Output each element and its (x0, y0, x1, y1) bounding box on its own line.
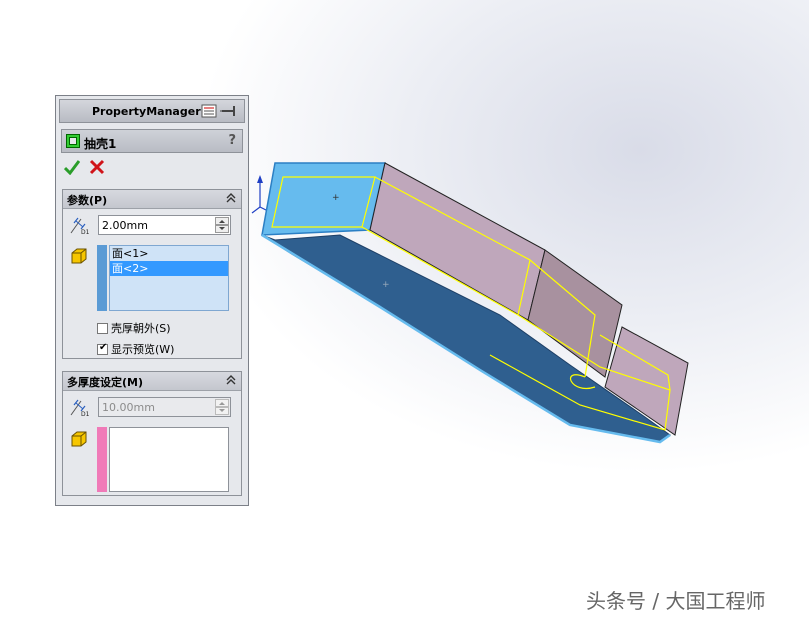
thickness-input[interactable] (99, 216, 211, 234)
checkbox-box[interactable] (97, 323, 108, 334)
watermark-text: 头条号 / 大国工程师 (586, 589, 766, 613)
face-cube-icon (71, 248, 87, 264)
thickness-spinbox[interactable] (98, 215, 231, 235)
property-manager-tab[interactable]: PropertyManager (59, 99, 245, 123)
model-viewport[interactable]: + + (250, 155, 700, 455)
spin-arrows-icon[interactable] (215, 217, 229, 233)
faces-color-bar (97, 245, 107, 311)
shell-outward-label: 壳厚朝外(S) (111, 322, 171, 335)
parameters-group: 参数(P) D1 面<1> 面<2> (62, 189, 242, 359)
svg-text:+: + (332, 193, 340, 203)
model-top-face[interactable] (261, 162, 386, 236)
multi-thickness-group-title: 多厚度设定(M) (67, 376, 144, 389)
feature-name: 抽壳1 (84, 137, 117, 151)
list-item[interactable]: 面<1> (110, 246, 228, 261)
svg-text:D1: D1 (81, 229, 90, 235)
dimension-icon: D1 (70, 217, 90, 235)
parameters-group-title: 参数(P) (67, 194, 108, 207)
collapse-chevron-icon[interactable] (225, 192, 237, 204)
shell-feature-icon (66, 134, 80, 148)
shell-outward-checkbox[interactable]: 壳厚朝外(S) (97, 320, 171, 336)
svg-text:D1: D1 (81, 411, 90, 417)
face-cube-icon (71, 431, 87, 447)
help-icon[interactable]: ? (228, 133, 236, 148)
property-manager-title: PropertyManager (92, 105, 201, 118)
show-preview-label: 显示预览(W) (111, 343, 175, 356)
feature-title-bar: 抽壳1 ? (61, 129, 243, 153)
svg-text:+: + (382, 280, 390, 290)
checkbox-box[interactable]: ✔ (97, 342, 108, 355)
faces-to-remove-list[interactable]: 面<1> 面<2> (109, 245, 229, 311)
list-item-selected[interactable]: 面<2> (110, 261, 228, 276)
check-mark-icon: ✔ (99, 342, 108, 353)
multi-thickness-input[interactable] (99, 398, 211, 416)
multi-thickness-spinbox[interactable] (98, 397, 231, 417)
collapse-chevron-icon[interactable] (225, 374, 237, 386)
cancel-x-icon[interactable] (89, 159, 105, 175)
ok-check-icon[interactable] (64, 159, 80, 175)
multi-thickness-faces-list[interactable] (109, 427, 229, 492)
spin-arrows-icon[interactable] (215, 399, 229, 415)
dimension-icon: D1 (70, 399, 90, 417)
property-manager-panel: PropertyManager 抽壳1 ? 参数(P) D1 2.00mm 面<… (55, 95, 249, 506)
pin-icon[interactable] (200, 104, 240, 118)
multi-thickness-group: 多厚度设定(M) D1 (62, 371, 242, 496)
parameters-group-header[interactable]: 参数(P) (63, 190, 241, 209)
multi-thickness-group-header[interactable]: 多厚度设定(M) (63, 372, 241, 391)
show-preview-checkbox[interactable]: ✔ 显示预览(W) (97, 341, 174, 357)
multi-faces-color-bar (97, 427, 107, 492)
